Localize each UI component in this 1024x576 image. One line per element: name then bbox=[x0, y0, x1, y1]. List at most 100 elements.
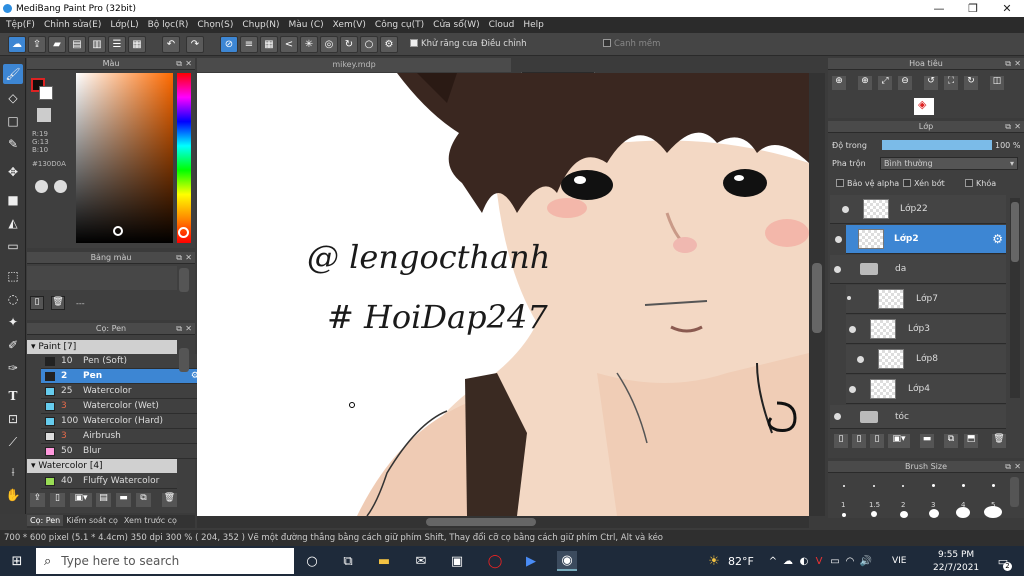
upload-brush-button[interactable]: ⇪ bbox=[30, 493, 45, 507]
vertical-scrollbar[interactable] bbox=[809, 73, 825, 516]
pick-tool[interactable]: ⟊ bbox=[3, 462, 23, 482]
add-brush-button[interactable]: ▣▾ bbox=[70, 493, 92, 507]
snap-circle-button[interactable]: ◎ bbox=[320, 36, 338, 53]
new-brush-button[interactable]: ▯ bbox=[50, 493, 65, 507]
size-dot[interactable] bbox=[992, 484, 995, 487]
bg-color-swatch[interactable] bbox=[39, 86, 53, 100]
vertical-scroll-thumb[interactable] bbox=[812, 263, 822, 333]
snap-settings-button[interactable]: ⚙ bbox=[380, 36, 398, 53]
hue-slider[interactable] bbox=[177, 73, 191, 243]
page-button[interactable]: ▥ bbox=[88, 36, 106, 53]
duplicate-brush-button[interactable]: ⧉ bbox=[136, 493, 151, 507]
sv-cursor[interactable] bbox=[113, 226, 123, 236]
brush-item[interactable]: 50 Blur bbox=[41, 444, 203, 459]
eye-icon[interactable] bbox=[857, 355, 864, 363]
float-icon[interactable]: ⧉ bbox=[1005, 58, 1011, 70]
snap-curve-button[interactable]: ↻ bbox=[340, 36, 358, 53]
menu-file[interactable]: Tệp(F) bbox=[6, 20, 35, 30]
snap-grid-button[interactable]: ▦ bbox=[260, 36, 278, 53]
menu-edit[interactable]: Chỉnh sửa(E) bbox=[44, 20, 101, 30]
menu-help[interactable]: Help bbox=[523, 20, 544, 30]
dot-tool[interactable]: ✎ bbox=[3, 134, 23, 154]
opera-button[interactable]: ◯ bbox=[485, 551, 505, 571]
brush-item[interactable]: 100 Watercolor (Hard) bbox=[41, 414, 203, 429]
close-icon[interactable]: ✕ bbox=[185, 58, 192, 70]
rotate-right-button[interactable]: ↻ bbox=[964, 76, 978, 90]
new-layer-8bit-button[interactable]: ▯ bbox=[852, 434, 866, 448]
protect-alpha-checkbox[interactable]: Bảo vệ alpha bbox=[836, 179, 899, 188]
tab-brush-control[interactable]: Kiểm soát cọ bbox=[63, 515, 121, 526]
brush-size-scrollbar[interactable] bbox=[1010, 477, 1019, 507]
menu-color[interactable]: Màu (C) bbox=[289, 20, 324, 30]
layer-folder-row[interactable]: da bbox=[830, 255, 1006, 284]
mail-button[interactable]: ✉ bbox=[411, 551, 431, 571]
menu-layer[interactable]: Lớp(L) bbox=[110, 20, 138, 30]
eyedropper-tool[interactable]: ⟋ bbox=[3, 432, 23, 452]
brush-item[interactable]: 3 Airbrush bbox=[41, 429, 203, 444]
divide-tool[interactable]: ⊡ bbox=[3, 409, 23, 429]
snap-perspective-button[interactable]: < bbox=[280, 36, 298, 53]
size-dot[interactable] bbox=[984, 506, 1002, 518]
float-icon[interactable]: ⧉ bbox=[1005, 461, 1011, 473]
undo-button[interactable]: ↶ bbox=[162, 36, 180, 53]
close-button[interactable]: ✕ bbox=[990, 0, 1024, 17]
select-tool[interactable]: ⬚ bbox=[3, 266, 23, 286]
antialias-checkbox[interactable]: Khử răng cưa bbox=[410, 39, 478, 49]
rotate-left-button[interactable]: ↺ bbox=[924, 76, 938, 90]
size-dot[interactable] bbox=[871, 511, 877, 517]
layer-row[interactable]: Lớp3 bbox=[846, 315, 1006, 344]
brush-folder-button[interactable]: ▬ bbox=[116, 493, 131, 507]
zoom-in-button[interactable]: ⊕ bbox=[832, 76, 846, 90]
cloud-button[interactable]: ☁ bbox=[8, 36, 26, 53]
horizontal-scroll-thumb[interactable] bbox=[426, 518, 536, 526]
brush-item[interactable]: 25 Watercolor bbox=[41, 384, 203, 399]
close-icon[interactable]: ✕ bbox=[185, 323, 192, 335]
file-explorer-button[interactable]: ▬ bbox=[374, 551, 394, 571]
eye-icon[interactable] bbox=[847, 296, 851, 300]
delete-brush-button[interactable]: 🗑 bbox=[162, 493, 177, 507]
close-icon[interactable]: ✕ bbox=[1014, 121, 1021, 133]
brush-item-selected[interactable]: 2 Pen ⚙ bbox=[41, 369, 203, 384]
layer-row[interactable]: Lớp8 bbox=[846, 345, 1006, 374]
fill-rect-tool[interactable]: ■ bbox=[3, 190, 23, 210]
layer-row[interactable]: Lớp22 bbox=[830, 195, 1006, 224]
new-layer-button[interactable]: ▯ bbox=[834, 434, 848, 448]
brush-settings-button[interactable]: ▤ bbox=[96, 493, 111, 507]
page-grid-button[interactable]: ▦ bbox=[128, 36, 146, 53]
palette-scrollbar[interactable] bbox=[179, 268, 189, 292]
snap-ellipse-button[interactable]: ○ bbox=[360, 36, 378, 53]
clock[interactable]: 9:55 PM 22/7/2021 bbox=[933, 549, 979, 575]
drawing-canvas[interactable]: @ lengocthanh # HoiDap247 bbox=[197, 73, 809, 516]
zoom-plus-button[interactable]: ⊕ bbox=[858, 76, 872, 90]
eye-icon[interactable] bbox=[849, 385, 856, 393]
start-button[interactable]: ⊞ bbox=[7, 551, 27, 571]
zoom-out-button[interactable]: ⊖ bbox=[898, 76, 912, 90]
smooth-checkbox[interactable]: Canh mềm bbox=[603, 39, 660, 49]
float-icon[interactable]: ⧉ bbox=[176, 252, 182, 264]
eye-icon[interactable] bbox=[834, 413, 841, 420]
brush-tool[interactable]: 🖌 bbox=[3, 64, 23, 84]
brush-item[interactable]: 3 Watercolor (Wet) bbox=[41, 399, 203, 414]
float-icon[interactable]: ⧉ bbox=[176, 323, 182, 335]
menu-cloud[interactable]: Cloud bbox=[489, 20, 515, 30]
saturation-value-picker[interactable] bbox=[76, 73, 173, 243]
blend-select[interactable]: Bình thường ▾ bbox=[880, 157, 1018, 170]
store-button[interactable]: ▣ bbox=[447, 551, 467, 571]
comment-button[interactable]: ▰ bbox=[48, 36, 66, 53]
tab-brush[interactable]: Cọ: Pen bbox=[27, 515, 64, 526]
brush-item[interactable]: 40 Fluffy Watercolor bbox=[41, 474, 177, 489]
merge-layer-button[interactable]: ⬒ bbox=[964, 434, 978, 448]
fit-button[interactable]: ⤢ bbox=[878, 76, 892, 90]
navigator-thumbnail[interactable]: ◈ bbox=[914, 98, 934, 115]
minimize-button[interactable]: — bbox=[922, 0, 956, 17]
size-dot[interactable] bbox=[962, 484, 965, 487]
fit-window-button[interactable]: ⛶ bbox=[944, 76, 958, 90]
redo-button[interactable]: ↷ bbox=[186, 36, 204, 53]
eye-icon[interactable] bbox=[849, 325, 856, 333]
hue-cursor[interactable] bbox=[178, 227, 189, 238]
add-layer-dropdown[interactable]: ▣▾ bbox=[888, 434, 910, 448]
gradient-tool[interactable]: ▭ bbox=[3, 236, 23, 256]
medibang-taskbar-button[interactable]: ◉ bbox=[557, 551, 577, 571]
page-list-button[interactable]: ☰ bbox=[108, 36, 126, 53]
lock-checkbox[interactable]: Khóa bbox=[965, 179, 996, 188]
